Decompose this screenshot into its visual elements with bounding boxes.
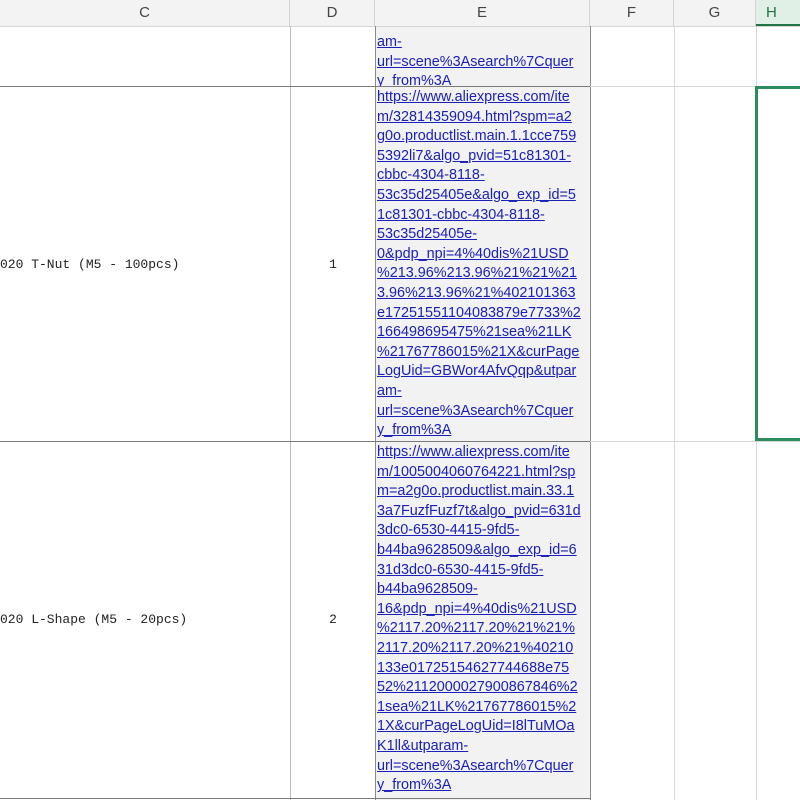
product-name-cell[interactable]: 020 L-Shape (M5 - 20pcs) bbox=[0, 612, 187, 627]
table-row: am- url=scene%3Asearch%7Cquer y_from%3A bbox=[376, 27, 589, 86]
link-cell[interactable]: https://www.aliexpress.com/ite m/3281435… bbox=[376, 88, 589, 441]
quantity-cell[interactable]: 2 bbox=[291, 612, 375, 627]
column-header-d[interactable]: D bbox=[290, 0, 375, 26]
grid-line bbox=[590, 26, 591, 800]
table-row: 020 T-Nut (M5 - 100pcs) bbox=[0, 87, 290, 441]
link-cell-wrap: https://www.aliexpress.com/ite m/1005004… bbox=[376, 442, 589, 798]
spreadsheet-grid: C D E F G H am- url=scene%3Asearch%7Cque… bbox=[0, 0, 800, 800]
column-header-bar: C D E F G H bbox=[0, 0, 800, 27]
grid-line bbox=[674, 26, 675, 800]
link-cell[interactable]: https://www.aliexpress.com/ite m/1005004… bbox=[376, 443, 589, 796]
column-header-f[interactable]: F bbox=[590, 0, 674, 26]
table-row: 020 L-Shape (M5 - 20pcs) bbox=[0, 442, 290, 798]
quantity-cell-wrap: 1 bbox=[291, 87, 375, 441]
column-header-g[interactable]: G bbox=[674, 0, 756, 26]
product-name-cell[interactable]: 020 T-Nut (M5 - 100pcs) bbox=[0, 257, 179, 272]
row-border bbox=[0, 798, 590, 799]
active-cell-selection[interactable] bbox=[755, 86, 800, 441]
column-header-c[interactable]: C bbox=[0, 0, 290, 26]
quantity-cell-wrap: 2 bbox=[291, 442, 375, 798]
quantity-cell[interactable]: 1 bbox=[291, 257, 375, 272]
link-cell-wrap: https://www.aliexpress.com/ite m/3281435… bbox=[376, 87, 589, 441]
column-header-h[interactable]: H bbox=[756, 0, 800, 26]
row-border bbox=[590, 441, 800, 442]
column-header-e[interactable]: E bbox=[375, 0, 590, 26]
link-cell[interactable]: am- url=scene%3Asearch%7Cquer y_from%3A bbox=[376, 33, 589, 86]
